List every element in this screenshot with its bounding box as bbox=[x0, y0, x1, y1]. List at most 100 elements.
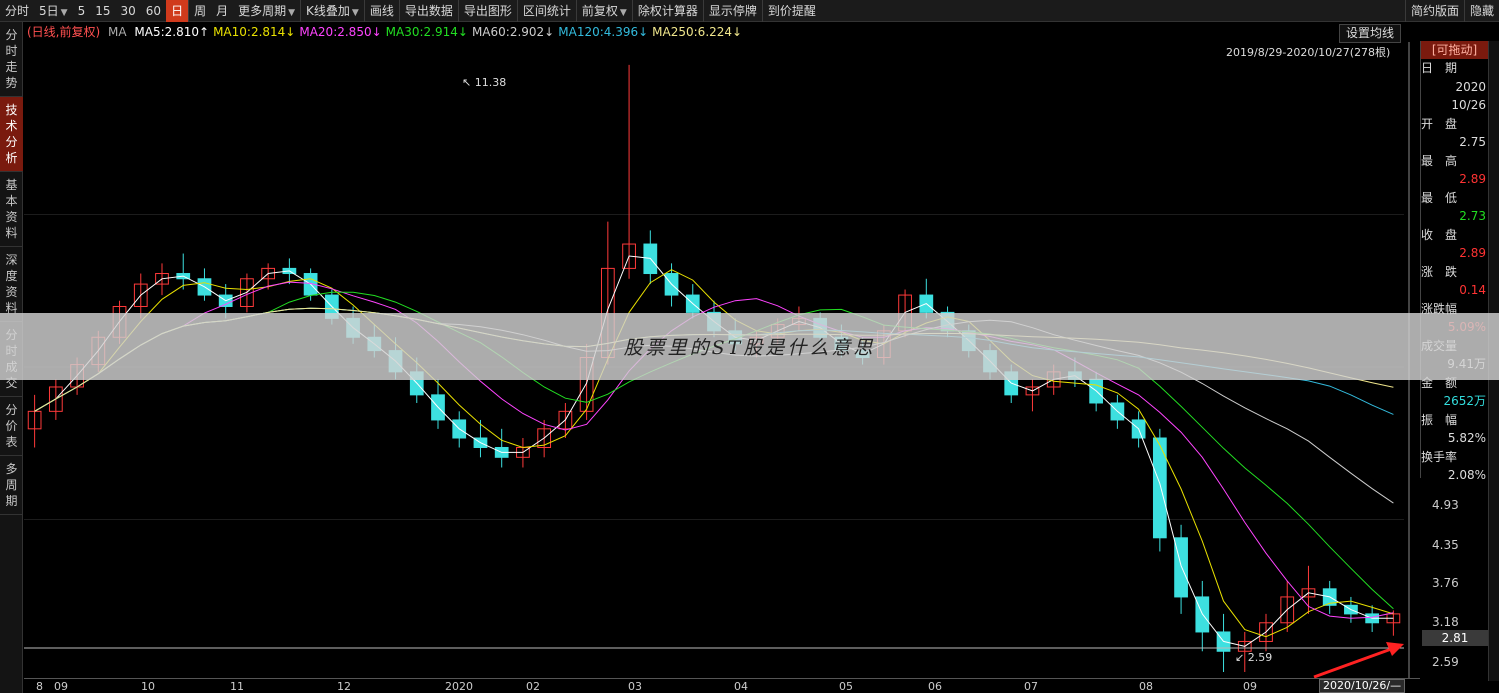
toolbar-item-8[interactable]: 月 bbox=[211, 0, 233, 22]
cursor-date-tag: 2020/10/26/— bbox=[1319, 679, 1406, 693]
toolbar-item-label: 更多周期 bbox=[238, 3, 287, 18]
ma-legend-prefix: (日线,前复权) bbox=[27, 25, 101, 39]
left-nav-item-0[interactable]: 分时走势 bbox=[0, 22, 23, 97]
toolbar-item-10[interactable]: K线叠加 ▼ bbox=[300, 0, 364, 22]
quote-field-value-3: 2.89 bbox=[1459, 172, 1486, 186]
toolbar-item-4[interactable]: 30 bbox=[116, 0, 141, 22]
price-axis-tick-0: 4.93 bbox=[1432, 498, 1459, 512]
toolbar-item-13[interactable]: 导出图形 bbox=[457, 0, 517, 22]
quote-field-value-1: 10/26 bbox=[1451, 98, 1486, 112]
quote-field-value-0: 2020 bbox=[1455, 79, 1486, 94]
chevron-down-icon: ▼ bbox=[288, 7, 296, 18]
low-annotation-value: 2.59 bbox=[1247, 651, 1273, 664]
toolbar-item-5[interactable]: 60 bbox=[141, 0, 166, 22]
toolbar-item-label: 导出数据 bbox=[404, 3, 453, 18]
toolbar-item-17[interactable]: 显示停牌 bbox=[702, 0, 762, 22]
toolbar-item-label: 导出图形 bbox=[463, 3, 512, 18]
high-annotation-value: 11.38 bbox=[474, 76, 507, 89]
chevron-down-icon: ▼ bbox=[60, 7, 68, 18]
toolbar-item-label: 15 bbox=[95, 3, 111, 18]
quote-field-value-4: 2.73 bbox=[1459, 209, 1486, 223]
toolbar-item-0[interactable]: 分时 bbox=[0, 0, 34, 22]
toolbar-right: 简约版面 隐藏 bbox=[1404, 0, 1499, 22]
left-nav-item-3[interactable]: 深度资料 bbox=[0, 247, 23, 322]
time-axis-label-5: 2020 bbox=[445, 680, 473, 693]
time-axis-label-0: 8 bbox=[36, 680, 43, 693]
quote-field-value-11: 2.08% bbox=[1447, 468, 1486, 482]
toolbar-item-label: 周 bbox=[194, 3, 207, 18]
left-nav-item-5[interactable]: 分价表 bbox=[0, 397, 23, 456]
candle-body[interactable] bbox=[1152, 437, 1167, 539]
time-axis-label-6: 02 bbox=[526, 680, 540, 693]
toolbar-item-1[interactable]: 5日 ▼ bbox=[34, 0, 73, 22]
quote-field-label-3: 最 高 bbox=[1421, 153, 1458, 168]
ma-legend-items: MA5:2.810↑ MA10:2.814↓ MA20:2.850↓ MA30:2.9… bbox=[134, 25, 746, 39]
toolbar-item-14[interactable]: 区间统计 bbox=[516, 0, 576, 22]
time-axis-label-10: 06 bbox=[928, 680, 942, 693]
time-axis-label-2: 10 bbox=[141, 680, 155, 693]
quote-field-value-6: 0.14 bbox=[1459, 283, 1486, 297]
toolbar-item-label: 除权计算器 bbox=[637, 3, 698, 18]
chevron-down-icon: ▼ bbox=[619, 7, 627, 18]
quote-field-label-5: 收 盘 bbox=[1421, 227, 1458, 242]
time-axis-label-8: 04 bbox=[734, 680, 748, 693]
panel-drag-title[interactable]: [可拖动] bbox=[1421, 41, 1488, 59]
time-axis-label-7: 03 bbox=[628, 680, 642, 693]
price-axis-tick-3: 3.18 bbox=[1432, 615, 1459, 629]
overlay-title: 股票里的ST股是什么意思 bbox=[623, 337, 876, 359]
quote-info-panel[interactable]: [可拖动] 日 期 2020 10/26 开 盘 2.75 最 高 2.89 最 低 2.73 收… bbox=[1420, 41, 1488, 482]
quote-field-label-10: 振 幅 bbox=[1421, 412, 1458, 427]
ma-settings-button[interactable]: 设置均线 bbox=[1339, 24, 1401, 43]
toolbar-item-15[interactable]: 前复权 ▼ bbox=[575, 0, 632, 22]
ma-legend-item-1: MA10:2.814↓ bbox=[213, 25, 296, 39]
toolbar-item-label: 5 bbox=[77, 3, 86, 18]
toolbar-item-9[interactable]: 更多周期 ▼ bbox=[233, 0, 300, 22]
current-price-tag: 2.81 bbox=[1422, 630, 1488, 646]
toolbar-item-3[interactable]: 15 bbox=[90, 0, 115, 22]
toolbar-item-label: 画线 bbox=[369, 3, 394, 18]
toolbar-item-7[interactable]: 周 bbox=[188, 0, 211, 22]
ma-legend-item-3: MA30:2.914↓ bbox=[385, 25, 468, 39]
ma-legend-item-2: MA20:2.850↓ bbox=[299, 25, 382, 39]
quote-field-value-5: 2.89 bbox=[1459, 246, 1486, 260]
quote-field-value-2: 2.75 bbox=[1459, 135, 1486, 149]
time-axis-label-12: 08 bbox=[1139, 680, 1153, 693]
quote-fields: 日 期 2020 10/26 开 盘 2.75 最 高 2.89 最 低 2.73 收 盘 2.89… bbox=[1421, 59, 1488, 485]
toolbar-item-label: 区间统计 bbox=[522, 3, 571, 18]
date-range-label: 2019/8/29-2020/10/27(278根) bbox=[1226, 46, 1391, 59]
period-toolbar: 分时 5日 ▼ 5 15 30 60 日周月更多周期 ▼ K线叠加 ▼ 画线 导出数据 导出图形 区间统计前… bbox=[0, 0, 1499, 22]
toolbar-item-2[interactable]: 5 bbox=[73, 0, 91, 22]
toolbar-item-label: 60 bbox=[145, 3, 162, 18]
chevron-down-icon: ▼ bbox=[351, 7, 359, 18]
toolbar-right-item-0[interactable]: 简约版面 bbox=[1404, 0, 1464, 22]
stock-kline-window: 分时 5日 ▼ 5 15 30 60 日周月更多周期 ▼ K线叠加 ▼ 画线 导出数据 导出图形 区间统计前… bbox=[0, 0, 1499, 693]
toolbar-item-11[interactable]: 画线 bbox=[363, 0, 399, 22]
time-axis: 8 09 10 11 12 2020 02 03 04 05 06 07 08 09 bbox=[24, 678, 1420, 693]
toolbar-item-label: 到价提醒 bbox=[767, 3, 816, 18]
ma-legend: (日线,前复权) MA MA5:2.810↑ MA10:2.814↓ MA20:2.… bbox=[27, 24, 750, 40]
title-overlay-banner: 股票里的ST股是什么意思 bbox=[0, 313, 1499, 380]
ma-legend-item-5: MA120:4.396↓ bbox=[558, 25, 649, 39]
toolbar-item-12[interactable]: 导出数据 bbox=[398, 0, 458, 22]
toolbar-item-label: 月 bbox=[216, 3, 229, 18]
left-nav-item-1[interactable]: 技术分析 bbox=[0, 97, 23, 172]
time-axis-label-3: 11 bbox=[230, 680, 244, 693]
left-nav-item-6[interactable]: 多周期 bbox=[0, 456, 23, 515]
quote-field-label-6: 涨 跌 bbox=[1421, 264, 1458, 279]
toolbar-item-18[interactable]: 到价提醒 bbox=[761, 0, 821, 22]
quote-field-label-2: 开 盘 bbox=[1421, 116, 1458, 131]
ma-legend-label: MA bbox=[108, 25, 127, 39]
toolbar-item-label: K线叠加 bbox=[306, 3, 350, 18]
toolbar-item-16[interactable]: 除权计算器 bbox=[631, 0, 703, 22]
time-axis-label-4: 12 bbox=[337, 680, 351, 693]
toolbar-item-6[interactable]: 日 bbox=[166, 0, 189, 22]
quote-field-label-0: 日 期 bbox=[1421, 61, 1458, 75]
price-axis-tick-4: 2.59 bbox=[1432, 655, 1459, 669]
quote-field-label-4: 最 低 bbox=[1421, 190, 1458, 205]
left-nav-item-2[interactable]: 基本资料 bbox=[0, 172, 23, 247]
time-axis-label-9: 05 bbox=[839, 680, 853, 693]
low-annotation: ↙ 2.59 bbox=[1235, 651, 1273, 664]
toolbar-right-item-1[interactable]: 隐藏 bbox=[1463, 0, 1499, 22]
ma-legend-item-0: MA5:2.810↑ bbox=[134, 25, 210, 39]
time-axis-label-11: 07 bbox=[1024, 680, 1038, 693]
